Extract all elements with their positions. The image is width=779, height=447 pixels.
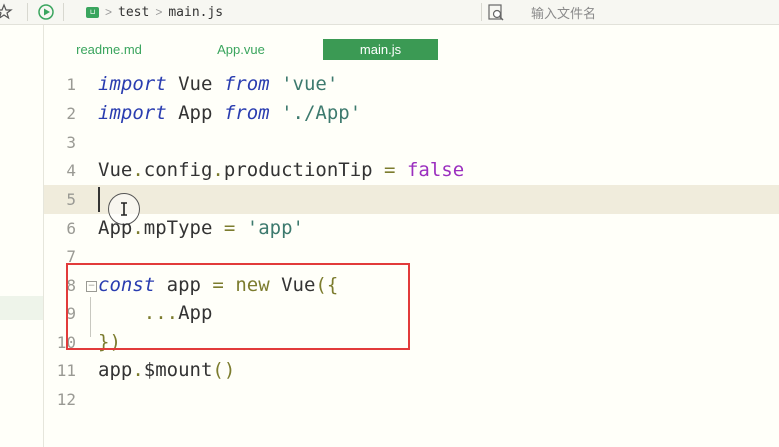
- folder-icon: ⊔: [86, 6, 99, 18]
- code-line[interactable]: 2 import App from './App': [44, 99, 779, 128]
- code-line[interactable]: 6 App.mpType = 'app': [44, 214, 779, 243]
- line-number: 12: [56, 390, 76, 409]
- sidebar-selected-row[interactable]: [0, 296, 43, 320]
- file-search-input[interactable]: 输入文件名: [531, 3, 596, 22]
- breadcrumb: ⊔ > test > main.js: [86, 0, 223, 24]
- code-line[interactable]: 4 Vue.config.productionTip = false: [44, 156, 779, 185]
- line-number: 4: [66, 161, 76, 180]
- line-number: 6: [66, 219, 76, 238]
- highlight-annotation-box: [66, 263, 410, 350]
- breadcrumb-file[interactable]: main.js: [168, 5, 223, 20]
- line-number: 3: [66, 133, 76, 152]
- code-line[interactable]: 1 import Vue from 'vue': [44, 70, 779, 99]
- run-icon[interactable]: [36, 2, 56, 22]
- line-number: 1: [66, 75, 76, 94]
- code-line[interactable]: 3: [44, 128, 779, 157]
- chevron-right-icon: >: [155, 5, 163, 19]
- editor-tabbar: readme.md App.vue main.js: [44, 25, 779, 63]
- line-number: 2: [66, 104, 76, 123]
- line-number: 11: [56, 361, 76, 380]
- chevron-right-icon: >: [105, 5, 113, 19]
- text-caret: [98, 187, 100, 212]
- tab-app-vue[interactable]: App.vue: [196, 39, 286, 60]
- breadcrumb-project[interactable]: test: [118, 5, 149, 20]
- line-number: 5: [66, 190, 76, 209]
- tab-main-js[interactable]: main.js: [323, 39, 438, 60]
- code-line[interactable]: 11 app.$mount(): [44, 356, 779, 385]
- star-icon[interactable]: [0, 2, 14, 22]
- left-sidebar: [0, 25, 44, 447]
- search-file-icon[interactable]: [486, 2, 506, 22]
- code-line-current[interactable]: 5: [44, 185, 779, 214]
- top-toolbar: ⊔ > test > main.js 输入文件名: [0, 0, 779, 25]
- code-line[interactable]: 12: [44, 385, 779, 414]
- code-editor[interactable]: 1 import Vue from 'vue' 2 import App fro…: [44, 63, 779, 447]
- tab-readme[interactable]: readme.md: [64, 39, 154, 60]
